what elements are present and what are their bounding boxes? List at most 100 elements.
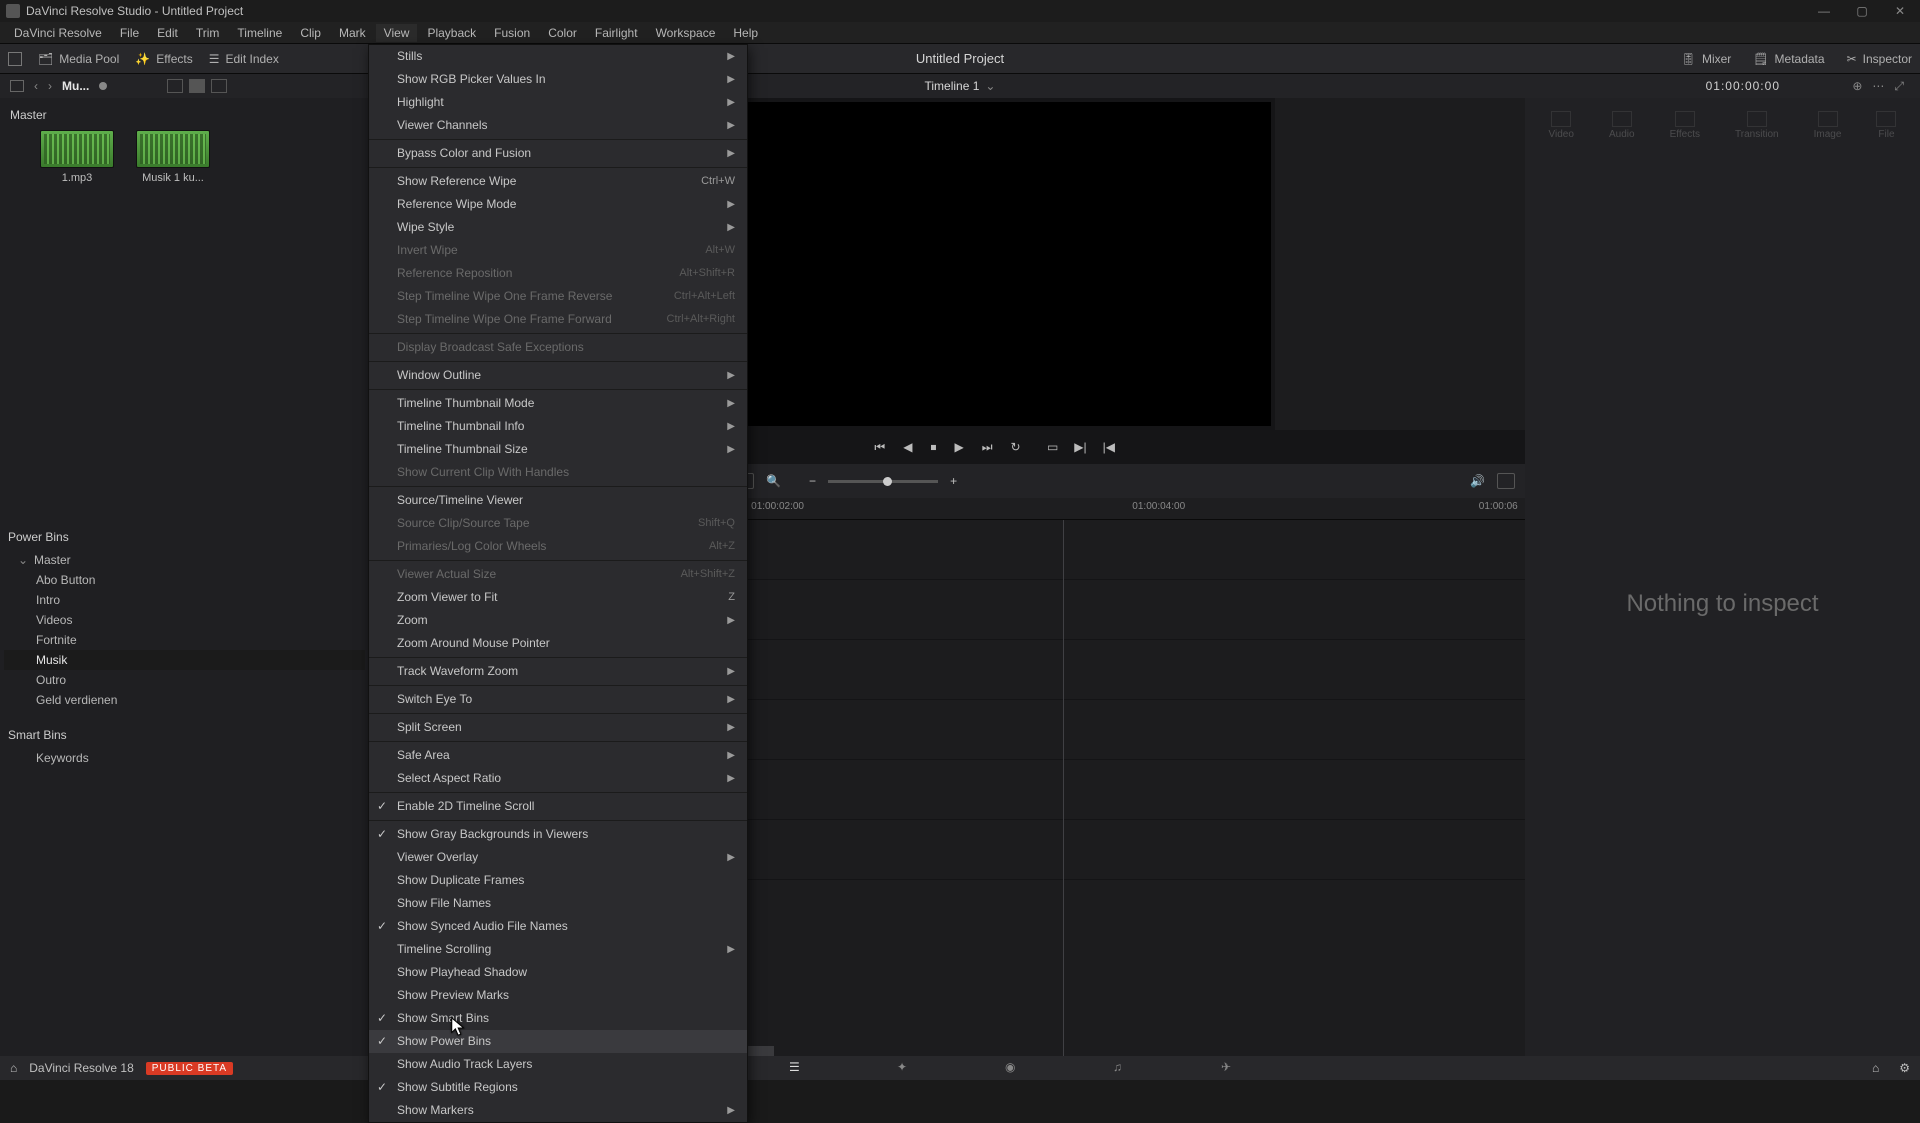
view-list-icon[interactable]: [167, 79, 183, 93]
smart-bin-item[interactable]: Keywords: [4, 748, 365, 768]
menu-item-timeline-thumbnail-size[interactable]: Timeline Thumbnail Size▶: [369, 438, 747, 461]
play-icon[interactable]: ▶: [954, 440, 963, 454]
page-fairlight-icon[interactable]: ♫: [1113, 1060, 1131, 1076]
menu-item-bypass-color-and-fusion[interactable]: Bypass Color and Fusion▶: [369, 142, 747, 165]
metadata-button[interactable]: 🗒Metadata: [1753, 52, 1824, 66]
menu-item-show-duplicate-frames[interactable]: Show Duplicate Frames: [369, 869, 747, 892]
menu-clip[interactable]: Clip: [292, 24, 329, 42]
menu-item-safe-area[interactable]: Safe Area▶: [369, 744, 747, 767]
minimize-button[interactable]: —: [1814, 4, 1834, 18]
viewer-reticle-icon[interactable]: ⊕: [1852, 79, 1862, 94]
menu-item-track-waveform-zoom[interactable]: Track Waveform Zoom▶: [369, 660, 747, 683]
menu-item-timeline-thumbnail-mode[interactable]: Timeline Thumbnail Mode▶: [369, 392, 747, 415]
menu-item-wipe-style[interactable]: Wipe Style▶: [369, 216, 747, 239]
power-bin-item[interactable]: Outro: [4, 670, 365, 690]
menu-item-show-smart-bins[interactable]: ✓Show Smart Bins: [369, 1007, 747, 1030]
menu-item-window-outline[interactable]: Window Outline▶: [369, 364, 747, 387]
media-pool-button[interactable]: 🗂Media Pool: [38, 52, 119, 66]
menu-help[interactable]: Help: [725, 24, 766, 42]
inspector-tab-image[interactable]: Image: [1814, 111, 1842, 140]
menu-item-show-power-bins[interactable]: ✓Show Power Bins: [369, 1030, 747, 1053]
effects-button[interactable]: ✨Effects: [135, 52, 192, 66]
menu-mark[interactable]: Mark: [331, 24, 374, 42]
menu-davinci-resolve[interactable]: DaVinci Resolve: [6, 24, 110, 42]
menu-item-show-rgb-picker-values-in[interactable]: Show RGB Picker Values In▶: [369, 68, 747, 91]
mixer-button[interactable]: 🎚Mixer: [1681, 52, 1732, 66]
nav-fwd-icon[interactable]: ›: [48, 79, 52, 93]
close-button[interactable]: ✕: [1890, 4, 1910, 18]
menu-item-stills[interactable]: Stills▶: [369, 45, 747, 68]
clip-item[interactable]: 1.mp3: [40, 130, 114, 184]
menu-item-show-gray-backgrounds-in-viewers[interactable]: ✓Show Gray Backgrounds in Viewers: [369, 823, 747, 846]
library-toggle-icon[interactable]: [10, 80, 24, 92]
power-bin-item[interactable]: Videos: [4, 610, 365, 630]
view-strip-icon[interactable]: [211, 79, 227, 93]
menu-fusion[interactable]: Fusion: [486, 24, 538, 42]
menu-item-show-audio-track-layers[interactable]: Show Audio Track Layers: [369, 1053, 747, 1076]
nav-back-icon[interactable]: ‹: [34, 79, 38, 93]
menu-file[interactable]: File: [112, 24, 147, 42]
power-bins-master[interactable]: ⌄Master: [4, 550, 365, 570]
bin-master-label[interactable]: Master: [10, 108, 359, 122]
go-start-icon[interactable]: |◀: [1103, 440, 1115, 454]
view-menu-dropdown[interactable]: Stills▶Show RGB Picker Values In▶Highlig…: [368, 44, 748, 1123]
loop-icon[interactable]: ↻: [1011, 440, 1021, 454]
power-bin-item[interactable]: Geld verdienen: [4, 690, 365, 710]
power-bin-item[interactable]: Abo Button: [4, 570, 365, 590]
menu-item-viewer-channels[interactable]: Viewer Channels▶: [369, 114, 747, 137]
menu-item-show-synced-audio-file-names[interactable]: ✓Show Synced Audio File Names: [369, 915, 747, 938]
power-bin-item[interactable]: Musik: [4, 650, 365, 670]
inspector-tab-file[interactable]: File: [1876, 111, 1896, 140]
menu-edit[interactable]: Edit: [149, 24, 186, 42]
page-deliver-icon[interactable]: ✈: [1221, 1060, 1239, 1076]
menu-item-split-screen[interactable]: Split Screen▶: [369, 716, 747, 739]
next-clip-icon[interactable]: ⏭: [982, 440, 993, 455]
page-edit-icon[interactable]: ☰: [789, 1060, 807, 1076]
zoom-out-icon[interactable]: −: [809, 474, 816, 488]
timeline-options-icon[interactable]: [1497, 473, 1515, 489]
menu-view[interactable]: View: [376, 24, 418, 42]
stop-icon[interactable]: ⏹: [930, 440, 936, 455]
clip-item[interactable]: Musik 1 ku...: [136, 130, 210, 184]
timecode-display[interactable]: 01:00:00:00: [1706, 79, 1780, 93]
menu-item-show-playhead-shadow[interactable]: Show Playhead Shadow: [369, 961, 747, 984]
project-manager-icon[interactable]: ⌂: [1872, 1061, 1879, 1075]
zoom-in-icon[interactable]: +: [950, 474, 957, 488]
menu-item-viewer-overlay[interactable]: Viewer Overlay▶: [369, 846, 747, 869]
viewer-options-icon[interactable]: ⋯: [1872, 79, 1884, 94]
inspector-tab-effects[interactable]: Effects: [1670, 111, 1700, 140]
panel-toggle-button[interactable]: [8, 52, 22, 66]
menu-workspace[interactable]: Workspace: [648, 24, 724, 42]
menu-item-show-preview-marks[interactable]: Show Preview Marks: [369, 984, 747, 1007]
menu-item-zoom-around-mouse-pointer[interactable]: Zoom Around Mouse Pointer: [369, 632, 747, 655]
timeline-dropdown-icon[interactable]: ⌄: [985, 79, 995, 93]
menu-item-show-markers[interactable]: Show Markers▶: [369, 1099, 747, 1122]
edit-index-button[interactable]: ☰Edit Index: [209, 52, 279, 66]
menu-item-show-subtitle-regions[interactable]: ✓Show Subtitle Regions: [369, 1076, 747, 1099]
menu-item-show-reference-wipe[interactable]: Show Reference WipeCtrl+W: [369, 170, 747, 193]
audio-monitor-icon[interactable]: 🔊: [1470, 474, 1485, 488]
menu-color[interactable]: Color: [540, 24, 585, 42]
menu-item-switch-eye-to[interactable]: Switch Eye To▶: [369, 688, 747, 711]
prev-clip-icon[interactable]: ⏮: [874, 440, 885, 455]
expand-viewer-icon[interactable]: ⤢: [1894, 79, 1904, 94]
match-frame-icon[interactable]: ▭: [1047, 440, 1058, 454]
menu-item-select-aspect-ratio[interactable]: Select Aspect Ratio▶: [369, 767, 747, 790]
timeline-name[interactable]: Timeline 1: [925, 79, 980, 93]
power-bin-item[interactable]: Intro: [4, 590, 365, 610]
maximize-button[interactable]: ▢: [1852, 4, 1872, 18]
menu-item-reference-wipe-mode[interactable]: Reference Wipe Mode▶: [369, 193, 747, 216]
page-fusion-icon[interactable]: ✦: [897, 1060, 915, 1076]
bin-tab[interactable]: Mu...: [62, 79, 89, 93]
menu-item-zoom-viewer-to-fit[interactable]: Zoom Viewer to FitZ: [369, 586, 747, 609]
menu-item-timeline-thumbnail-info[interactable]: Timeline Thumbnail Info▶: [369, 415, 747, 438]
menu-item-timeline-scrolling[interactable]: Timeline Scrolling▶: [369, 938, 747, 961]
page-color-icon[interactable]: ◉: [1005, 1060, 1023, 1076]
power-bin-item[interactable]: Fortnite: [4, 630, 365, 650]
menu-timeline[interactable]: Timeline: [229, 24, 290, 42]
home-icon[interactable]: ⌂: [10, 1061, 17, 1075]
menu-item-source-timeline-viewer[interactable]: Source/Timeline Viewer: [369, 489, 747, 512]
inspector-tab-video[interactable]: Video: [1549, 111, 1574, 140]
go-end-icon[interactable]: ▶|: [1074, 440, 1086, 454]
inspector-button[interactable]: ✂Inspector: [1847, 52, 1912, 66]
